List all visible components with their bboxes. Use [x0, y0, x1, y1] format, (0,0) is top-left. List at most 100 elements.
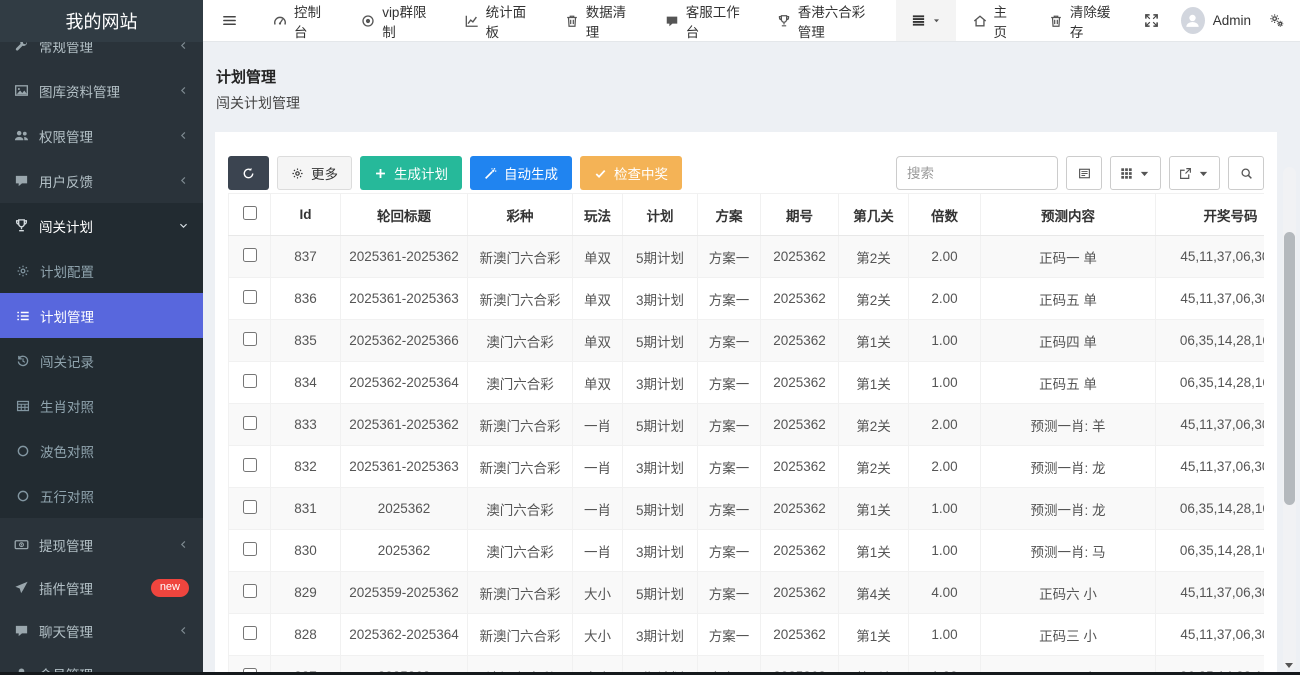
- row-checkbox[interactable]: [243, 332, 257, 346]
- check-winning-button[interactable]: 检查中奖: [580, 156, 682, 190]
- table-row: 834 2025362-2025364 澳门六合彩 单双 3期计划 方案一 20…: [229, 362, 1265, 404]
- row-checkbox[interactable]: [243, 626, 257, 640]
- topnav-label: 客服工作台: [686, 1, 743, 41]
- table-row: 833 2025361-2025362 新澳门六合彩 一肖 5期计划 方案一 2…: [229, 404, 1265, 446]
- detail-view-icon: [1078, 167, 1091, 180]
- sidebar-item-challenge-plan[interactable]: 闯关计划: [0, 203, 203, 248]
- sidebar-subitem-wave-color-table[interactable]: 波色对照: [0, 428, 203, 473]
- export-icon: [1179, 167, 1192, 180]
- sidebar-subitem-challenge-records[interactable]: 闯关记录: [0, 338, 203, 383]
- gear-icon: [16, 264, 30, 278]
- refresh-button[interactable]: [228, 156, 269, 190]
- sidebar-toggle-button[interactable]: [203, 0, 256, 41]
- fullscreen-button[interactable]: [1132, 0, 1171, 41]
- row-checkbox[interactable]: [243, 584, 257, 598]
- cell-numbers: 06,35,14,28,16,3: [1156, 362, 1265, 404]
- columns-button[interactable]: [1110, 156, 1161, 190]
- row-checkbox[interactable]: [243, 248, 257, 262]
- cell-level: 第2关: [839, 446, 909, 488]
- topnav-statistics[interactable]: 统计面板: [448, 0, 548, 41]
- sidebar-subitem-five-elements-table[interactable]: 五行对照: [0, 473, 203, 518]
- users-icon: [14, 128, 29, 143]
- sidebar-subitem-plan-manage[interactable]: 计划管理: [0, 293, 203, 338]
- row-checkbox[interactable]: [243, 458, 257, 472]
- sidebar-item-permissions[interactable]: 权限管理: [0, 113, 203, 158]
- cell-period: 2025362: [761, 236, 839, 278]
- sidebar-item-chat[interactable]: 聊天管理: [0, 609, 203, 652]
- trash-icon: [1049, 14, 1063, 28]
- column-header-level: 第几关: [839, 194, 909, 236]
- cell-period: 2025362: [761, 362, 839, 404]
- sidebar-subitem-label: 闯关记录: [40, 351, 94, 371]
- sidebar-item-label: 权限管理: [39, 126, 93, 146]
- cell-scheme: 方案一: [698, 404, 761, 446]
- sidebar-item-gallery[interactable]: 图库资料管理: [0, 68, 203, 113]
- sidebar-menu-lower: 提现管理 插件管理 new 聊天管理 会员管理: [0, 523, 203, 675]
- table-row: 835 2025362-2025366 澳门六合彩 单双 5期计划 方案一 20…: [229, 320, 1265, 362]
- username[interactable]: Admin: [1205, 13, 1261, 28]
- topnav-dashboard[interactable]: 控制台: [256, 0, 344, 41]
- settings-button[interactable]: [1261, 13, 1300, 28]
- comment-icon: [14, 173, 29, 188]
- sidebar-item-feedback[interactable]: 用户反馈: [0, 158, 203, 203]
- cell-id: 834: [271, 362, 341, 404]
- cell-prediction: 正码五 单: [981, 278, 1156, 320]
- scroll-down-caret-icon[interactable]: [1285, 663, 1293, 668]
- cell-numbers: 06,35,14,28,16,3: [1156, 530, 1265, 572]
- search-button[interactable]: [1228, 156, 1264, 190]
- export-button[interactable]: [1169, 156, 1220, 190]
- vertical-scrollbar-thumb[interactable]: [1284, 232, 1295, 505]
- row-checkbox[interactable]: [243, 542, 257, 556]
- table-row: 830 2025362 澳门六合彩 一肖 3期计划 方案一 2025362 第1…: [229, 530, 1265, 572]
- menu-stack-dropdown[interactable]: [896, 0, 956, 41]
- cell-period: 2025362: [761, 488, 839, 530]
- cell-title: 2025361-2025362: [341, 236, 468, 278]
- home-button[interactable]: 主页: [956, 0, 1032, 41]
- vertical-scrollbar-track[interactable]: [1283, 167, 1296, 670]
- sidebar-item-plugins[interactable]: 插件管理 new: [0, 566, 203, 609]
- clear-cache-label: 清除缓存: [1070, 1, 1115, 41]
- comment-icon: [665, 14, 679, 28]
- sidebar-subitem-plan-config[interactable]: 计划配置: [0, 248, 203, 293]
- search-input[interactable]: [896, 156, 1058, 190]
- row-checkbox[interactable]: [243, 416, 257, 430]
- clear-cache-button[interactable]: 清除缓存: [1032, 0, 1132, 41]
- cell-level: 第1关: [839, 614, 909, 656]
- more-button[interactable]: 更多: [277, 156, 352, 190]
- list-icon: [16, 309, 30, 323]
- auto-generate-button[interactable]: 自动生成: [470, 156, 572, 190]
- topnav-data-cleanup[interactable]: 数据清理: [548, 0, 648, 41]
- caret-down-icon: [1197, 167, 1210, 180]
- cell-play: 大小: [573, 614, 623, 656]
- avatar[interactable]: [1181, 7, 1205, 34]
- topnav-support-workbench[interactable]: 客服工作台: [648, 0, 760, 41]
- toggle-view-button[interactable]: [1066, 156, 1102, 190]
- cell-id: 833: [271, 404, 341, 446]
- column-header-lottery: 彩种: [468, 194, 573, 236]
- cell-id: 837: [271, 236, 341, 278]
- topbar: 控制台 vip群限制 统计面板 数据清理 客服工作台 香港六合彩管理: [203, 0, 1300, 42]
- cell-title: 2025362-2025366: [341, 320, 468, 362]
- cell-prediction: 正码五 单: [981, 362, 1156, 404]
- sidebar-item-withdrawal[interactable]: 提现管理: [0, 523, 203, 566]
- cell-plan: 3期计划: [623, 362, 698, 404]
- cell-multiple: 2.00: [909, 278, 981, 320]
- cell-play: 单双: [573, 236, 623, 278]
- select-all-checkbox[interactable]: [243, 206, 257, 220]
- row-checkbox[interactable]: [243, 290, 257, 304]
- cell-prediction: 正码三 小: [981, 614, 1156, 656]
- topnav-hk-lottery-manage[interactable]: 香港六合彩管理: [760, 0, 896, 41]
- table-icon: [16, 399, 30, 413]
- cell-id: 836: [271, 278, 341, 320]
- generate-plan-button[interactable]: 生成计划: [360, 156, 462, 190]
- row-checkbox[interactable]: [243, 374, 257, 388]
- column-header-period: 期号: [761, 194, 839, 236]
- plan-table: Id 轮回标题 彩种 玩法 计划 方案 期号 第几关 倍数 预测内容 开奖号码: [228, 193, 1264, 675]
- cell-period: 2025362: [761, 446, 839, 488]
- chevron-left-icon: [178, 625, 189, 636]
- sidebar-subitem-zodiac-table[interactable]: 生肖对照: [0, 383, 203, 428]
- topnav-vip-group-limit[interactable]: vip群限制: [344, 0, 447, 41]
- row-checkbox[interactable]: [243, 500, 257, 514]
- cell-level: 第2关: [839, 236, 909, 278]
- cell-period: 2025362: [761, 614, 839, 656]
